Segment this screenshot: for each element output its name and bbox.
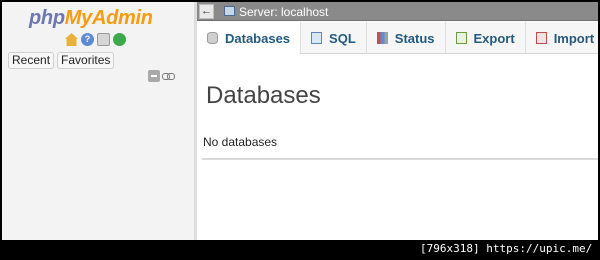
phpmyadmin-logo[interactable]: phpMyAdmin: [29, 7, 153, 30]
server-breadcrumb-bar: ← Server: localhost: [197, 2, 598, 21]
server-breadcrumb[interactable]: Server: localhost: [239, 5, 328, 19]
tab-label: Import: [553, 30, 595, 46]
reload-icon[interactable]: [113, 33, 126, 46]
sql-icon: [311, 32, 323, 44]
import-icon: [535, 32, 547, 44]
empty-databases-message: No databases: [203, 135, 278, 149]
tab-status[interactable]: Status: [367, 22, 446, 54]
nav-controls: [148, 70, 175, 82]
recent-tab[interactable]: Recent: [8, 52, 55, 69]
nav-tabs: Recent Favorites: [8, 52, 115, 69]
export-icon: [455, 32, 467, 44]
page-title: Databases: [206, 82, 321, 109]
tab-label: Status: [394, 30, 435, 46]
watermark: [796x318] https://upic.me/: [420, 242, 593, 255]
link-with-main-panel-icon[interactable]: [162, 70, 175, 82]
status-icon: [376, 32, 388, 44]
help-icon[interactable]: ?: [81, 33, 94, 46]
tab-sql[interactable]: SQL: [301, 22, 367, 54]
main-panel: ← Server: localhost Databases SQL Status…: [197, 2, 598, 240]
top-menu-tabs: Databases SQL Status Export Import: [197, 22, 598, 55]
database-icon: [207, 32, 218, 44]
home-icon[interactable]: [65, 33, 78, 46]
tab-databases[interactable]: Databases: [197, 22, 302, 55]
documentation-icon[interactable]: [97, 33, 110, 46]
back-button[interactable]: ←: [199, 4, 214, 19]
tab-import[interactable]: Import: [526, 22, 598, 54]
favorites-tab[interactable]: Favorites: [57, 52, 115, 69]
tab-export[interactable]: Export: [446, 22, 526, 54]
tab-label: Databases: [225, 30, 291, 46]
server-icon: [224, 6, 235, 16]
nav-icon-bar: ?: [65, 33, 126, 46]
divider: [202, 158, 598, 160]
tab-label: Export: [473, 30, 515, 46]
tab-label: SQL: [329, 30, 356, 46]
navigation-panel: phpMyAdmin ? Recent Favorites: [2, 2, 197, 240]
app-window: phpMyAdmin ? Recent Favorites ← Server: …: [2, 2, 598, 240]
collapse-all-icon[interactable]: [148, 70, 160, 82]
